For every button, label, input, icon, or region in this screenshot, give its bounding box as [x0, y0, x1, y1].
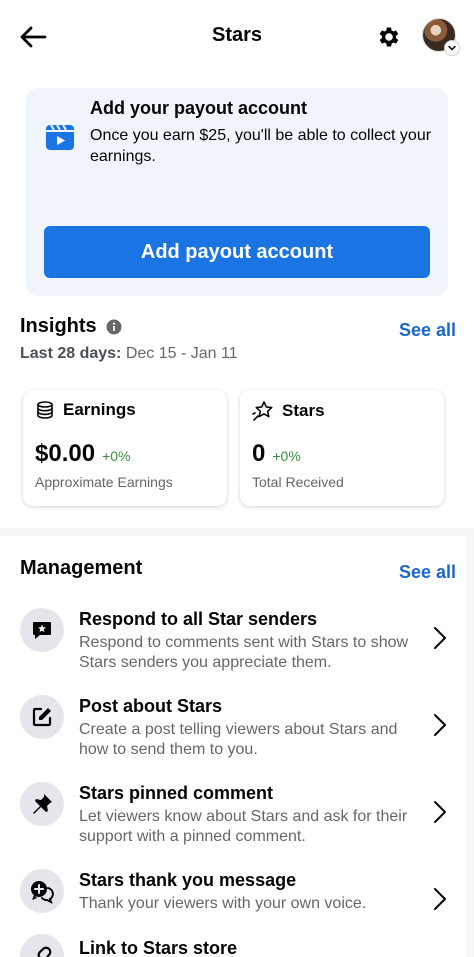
earnings-value: $0.00	[35, 440, 96, 467]
stars-value-row: 0 +0%	[252, 440, 301, 468]
earnings-delta: +0%	[102, 448, 131, 464]
insights-see-all-link[interactable]: See all	[399, 320, 456, 341]
chevron-right-icon	[434, 714, 446, 736]
list-item-description: Respond to comments sent with Stars to s…	[79, 634, 409, 671]
date-range-value: Dec 15 - Jan 11	[125, 345, 238, 362]
payout-card: Add your payout account Once you earn $2…	[26, 88, 448, 296]
profile-switcher[interactable]	[422, 18, 460, 56]
earnings-card-title: Earnings	[63, 400, 136, 419]
list-item-text: Respond to all Star senders Respond to c…	[79, 608, 411, 673]
list-item-text: Post about Stars Create a post telling v…	[79, 695, 411, 760]
list-item-text: Stars pinned comment Let viewers know ab…	[79, 782, 411, 847]
section-divider	[0, 528, 474, 536]
store-link-icon	[20, 934, 64, 957]
date-range-label: Last 28 days:	[20, 345, 122, 362]
list-item-respond-star-senders[interactable]: Respond to all Star senders Respond to c…	[0, 608, 474, 688]
list-item-post-about-stars[interactable]: Post about Stars Create a post telling v…	[0, 695, 474, 775]
payout-description: Once you earn $25, you'll be able to col…	[90, 127, 432, 165]
stars-value: 0	[252, 440, 266, 467]
insights-title: Insights	[20, 315, 97, 337]
list-item-label: Respond to all Star senders	[79, 609, 318, 629]
stars-subtitle: Total Received	[252, 474, 344, 490]
list-item-label: Link to Stars store	[79, 938, 238, 957]
video-clapper-icon	[46, 124, 74, 150]
chevron-right-icon	[434, 627, 446, 649]
management-title: Management	[20, 557, 143, 579]
management-see-all-link[interactable]: See all	[399, 562, 456, 583]
list-item-label: Stars pinned comment	[79, 783, 274, 803]
earnings-card[interactable]: Earnings $0.00 +0% Approximate Earnings	[23, 390, 227, 506]
list-item-text: Link to Stars store	[79, 937, 411, 957]
list-item-label: Post about Stars	[79, 696, 223, 716]
gear-icon	[379, 27, 399, 47]
info-icon[interactable]	[106, 319, 122, 335]
list-item-text: Stars thank you message Thank your viewe…	[79, 869, 411, 914]
add-payout-account-button[interactable]: Add payout account	[44, 226, 430, 278]
chevron-right-icon	[434, 801, 446, 823]
stars-card-title: Stars	[282, 401, 325, 420]
insights-heading: Insights	[20, 315, 122, 338]
stars-delta: +0%	[272, 448, 301, 464]
date-range: Last 28 days: Dec 15 - Jan 11	[20, 345, 238, 363]
list-item-description: Let viewers know about Stars and ask for…	[79, 808, 408, 845]
list-item-description: Create a post telling viewers about Star…	[79, 721, 398, 758]
earnings-value-row: $0.00 +0%	[35, 440, 130, 468]
scroll-edge	[466, 532, 474, 957]
list-item-description: Thank your viewers with your own voice.	[79, 895, 367, 912]
chat-bubbles-icon	[20, 869, 64, 913]
pin-icon	[20, 782, 64, 826]
settings-button[interactable]	[372, 20, 406, 54]
list-item-label: Stars thank you message	[79, 870, 297, 890]
compose-icon	[20, 695, 64, 739]
payout-title: Add your payout account	[90, 98, 308, 118]
comment-star-icon	[20, 608, 64, 652]
stars-card-header: Stars	[252, 400, 325, 422]
chevron-right-icon	[434, 888, 446, 910]
top-bar: Stars	[0, 0, 474, 72]
stars-card[interactable]: Stars 0 +0% Total Received	[240, 390, 444, 506]
chevron-down-icon	[444, 40, 460, 56]
earnings-card-header: Earnings	[35, 400, 136, 420]
stack-of-coins-icon	[37, 401, 53, 419]
earnings-subtitle: Approximate Earnings	[35, 474, 173, 490]
list-item-pinned-comment[interactable]: Stars pinned comment Let viewers know ab…	[0, 782, 474, 862]
list-item-link-stars-store[interactable]: Link to Stars store	[0, 934, 474, 957]
star-sparkle-icon	[252, 401, 273, 421]
